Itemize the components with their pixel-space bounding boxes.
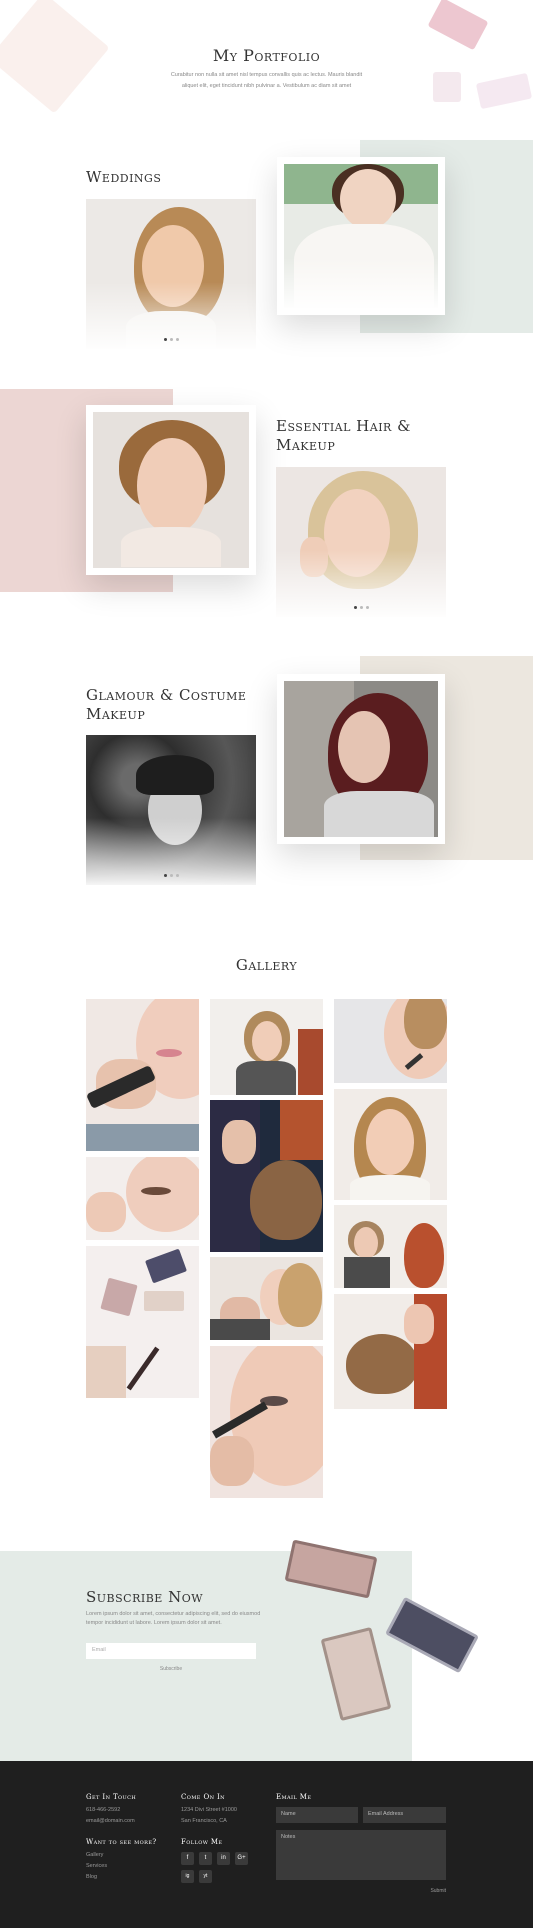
framed-photo <box>86 405 256 575</box>
gallery-image[interactable] <box>334 999 447 1083</box>
twitter-icon[interactable]: t <box>199 1852 212 1865</box>
framed-photo <box>277 157 445 315</box>
page-subtitle: Curabitur non nulla sit amet nisl tempus… <box>170 72 363 78</box>
subscribe-text: Lorem ipsum dolor sit amet, consectetur … <box>86 1611 261 1617</box>
gallery-image[interactable] <box>86 999 199 1151</box>
footer-link-gallery[interactable]: Gallery <box>86 1850 103 1861</box>
footer-address: San Francisco, CA <box>181 1818 227 1824</box>
gallery-title: Gallery <box>235 956 298 974</box>
page-title: My Portfolio <box>212 46 321 65</box>
footer-email-link[interactable]: email@domain.com <box>86 1816 135 1827</box>
gallery-image[interactable] <box>210 1100 323 1252</box>
google-plus-icon[interactable]: G+ <box>235 1852 248 1865</box>
gallery-image[interactable] <box>334 1294 447 1409</box>
footer-heading-come-on-in: Come On In <box>181 1793 225 1801</box>
footer-address: 1234 Divi Street #1000 <box>181 1807 237 1813</box>
email-address-placeholder: Email Address <box>368 1811 404 1817</box>
footer-heading-email-me: Email Me <box>276 1793 312 1801</box>
section-title: Glamour & Costume Makeup <box>86 686 247 723</box>
slider-dots[interactable] <box>276 606 446 609</box>
slider-dots[interactable] <box>86 338 256 341</box>
contact-notes-textarea[interactable]: Notes <box>276 1830 446 1880</box>
gallery-image[interactable] <box>210 1346 323 1498</box>
subscribe-button[interactable]: Subscribe <box>86 1666 256 1672</box>
subscribe-text: tempor incididunt ut labore. Lorem ipsum… <box>86 1620 222 1626</box>
section-title: Essential Hair & Makeup <box>276 417 411 454</box>
footer <box>0 1761 533 1928</box>
gallery-image[interactable] <box>334 1205 447 1288</box>
gallery-image[interactable] <box>334 1089 447 1200</box>
email-placeholder: Email <box>92 1647 106 1653</box>
framed-photo <box>277 674 445 844</box>
portfolio-slider[interactable] <box>86 735 256 885</box>
footer-heading-want-more: Want to see more? <box>86 1838 157 1846</box>
gallery-image[interactable] <box>86 1157 199 1240</box>
eyeshadow-compact-decoration <box>427 0 489 51</box>
contact-submit-button[interactable]: Submit <box>420 1888 446 1894</box>
footer-heading-follow-me: Follow Me <box>181 1838 223 1846</box>
gallery-image[interactable] <box>210 1257 323 1340</box>
contact-name-input[interactable]: Name <box>276 1807 358 1823</box>
youtube-icon[interactable]: yt <box>199 1870 212 1883</box>
subscribe-email-input[interactable]: Email <box>86 1643 256 1659</box>
facebook-icon[interactable]: f <box>181 1852 194 1865</box>
footer-heading-get-in-touch: Get In Touch <box>86 1793 137 1801</box>
contact-email-input[interactable]: Email Address <box>363 1807 446 1823</box>
slider-dots[interactable] <box>86 874 256 877</box>
gallery-image[interactable] <box>210 999 323 1095</box>
name-placeholder: Name <box>281 1811 296 1817</box>
portfolio-slider[interactable] <box>86 199 256 349</box>
footer-phone: 618-466-2592 <box>86 1807 121 1813</box>
footer-link-blog[interactable]: Blog <box>86 1872 97 1883</box>
linkedin-icon[interactable]: in <box>217 1852 230 1865</box>
gallery-image[interactable] <box>86 1246 199 1398</box>
subscribe-title: Subscribe Now <box>86 1588 204 1606</box>
portfolio-slider[interactable] <box>276 467 446 617</box>
instagram-icon[interactable]: ig <box>181 1870 194 1883</box>
footer-link-services[interactable]: Services <box>86 1861 107 1872</box>
notes-placeholder: Notes <box>281 1834 296 1840</box>
eyeshadow-compact-decoration <box>475 72 533 110</box>
section-title: Weddings <box>86 168 162 186</box>
page-subtitle: aliquet elit, eget tincidunt nibh pulvin… <box>181 83 352 89</box>
